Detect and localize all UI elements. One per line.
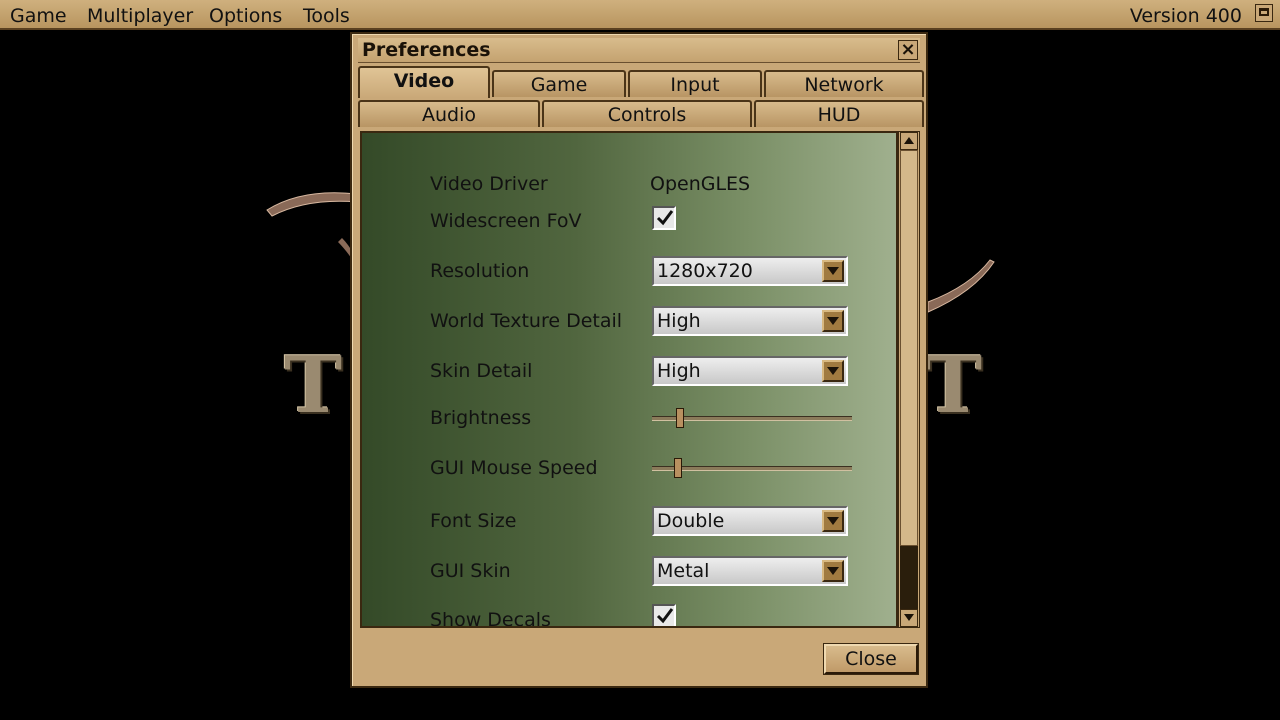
top-menu-bar: Game Multiplayer Options Tools Version 4… (0, 0, 1280, 30)
tab-video[interactable]: Video (358, 66, 490, 98)
logo-blade-right-icon (927, 259, 995, 313)
logo-letter-right: T (924, 340, 983, 431)
widescreen-fov-label: Widescreen FoV (430, 210, 582, 232)
version-label: Version 400 (1129, 5, 1242, 27)
close-icon[interactable]: × (898, 40, 918, 60)
window-mode-icon[interactable] (1255, 4, 1273, 22)
dialog-title: Preferences (362, 39, 491, 61)
world-texture-detail-value: High (657, 310, 701, 332)
show-decals-label: Show Decals (430, 609, 551, 628)
video-driver-value: OpenGLES (650, 173, 751, 195)
show-decals-checkbox[interactable] (652, 604, 676, 626)
font-size-label: Font Size (430, 510, 517, 532)
font-size-value: Double (657, 510, 725, 532)
gui-skin-dropdown[interactable]: Metal (652, 556, 848, 586)
video-driver-label: Video Driver (430, 173, 548, 195)
world-texture-detail-label: World Texture Detail (430, 310, 623, 332)
resolution-dropdown[interactable]: 1280x720 (652, 256, 848, 286)
menu-multiplayer[interactable]: Multiplayer (87, 5, 193, 27)
brightness-slider-handle[interactable] (676, 408, 684, 428)
chevron-down-icon[interactable] (822, 510, 844, 532)
chevron-down-icon[interactable] (822, 310, 844, 332)
gui-mouse-speed-slider-handle[interactable] (674, 458, 682, 478)
gui-mouse-speed-label: GUI Mouse Speed (430, 457, 598, 479)
chevron-down-icon[interactable] (822, 260, 844, 282)
chevron-down-icon[interactable] (822, 560, 844, 582)
tab-hud[interactable]: HUD (754, 100, 924, 127)
brightness-slider[interactable] (652, 408, 852, 428)
widescreen-fov-checkbox[interactable] (652, 206, 676, 230)
font-size-dropdown[interactable]: Double (652, 506, 848, 536)
scroll-up-icon[interactable] (900, 132, 918, 150)
checkmark-icon (656, 210, 674, 226)
resolution-value: 1280x720 (657, 260, 753, 282)
tab-input[interactable]: Input (628, 70, 762, 97)
gui-mouse-speed-slider[interactable] (652, 458, 852, 478)
skin-detail-dropdown[interactable]: High (652, 356, 848, 386)
dialog-titlebar[interactable]: Preferences × (358, 38, 920, 63)
close-button[interactable]: Close (823, 643, 919, 675)
settings-scrollbar[interactable] (898, 131, 920, 628)
gui-skin-label: GUI Skin (430, 560, 511, 582)
brightness-label: Brightness (430, 407, 532, 429)
checkmark-icon (656, 608, 674, 624)
resolution-label: Resolution (430, 260, 530, 282)
preferences-dialog: Preferences × Video Game Input Network A… (350, 32, 928, 688)
tab-audio[interactable]: Audio (358, 100, 540, 127)
tab-network[interactable]: Network (764, 70, 924, 97)
chevron-down-icon[interactable] (822, 360, 844, 382)
logo-blade-left-icon (266, 192, 358, 262)
tab-game[interactable]: Game (492, 70, 626, 97)
scrollbar-thumb[interactable] (900, 546, 918, 610)
tab-controls[interactable]: Controls (542, 100, 752, 127)
logo-letter-left: T (284, 340, 343, 431)
skin-detail-label: Skin Detail (430, 360, 533, 382)
menu-game[interactable]: Game (10, 5, 67, 27)
scroll-down-icon[interactable] (900, 609, 918, 627)
video-settings-panel: Video Driver OpenGLES Widescreen FoV Res… (360, 131, 898, 628)
gui-skin-value: Metal (657, 560, 710, 582)
skin-detail-value: High (657, 360, 701, 382)
menu-tools[interactable]: Tools (303, 5, 350, 27)
menu-options[interactable]: Options (209, 5, 282, 27)
world-texture-detail-dropdown[interactable]: High (652, 306, 848, 336)
scrollbar-track[interactable] (900, 150, 918, 546)
